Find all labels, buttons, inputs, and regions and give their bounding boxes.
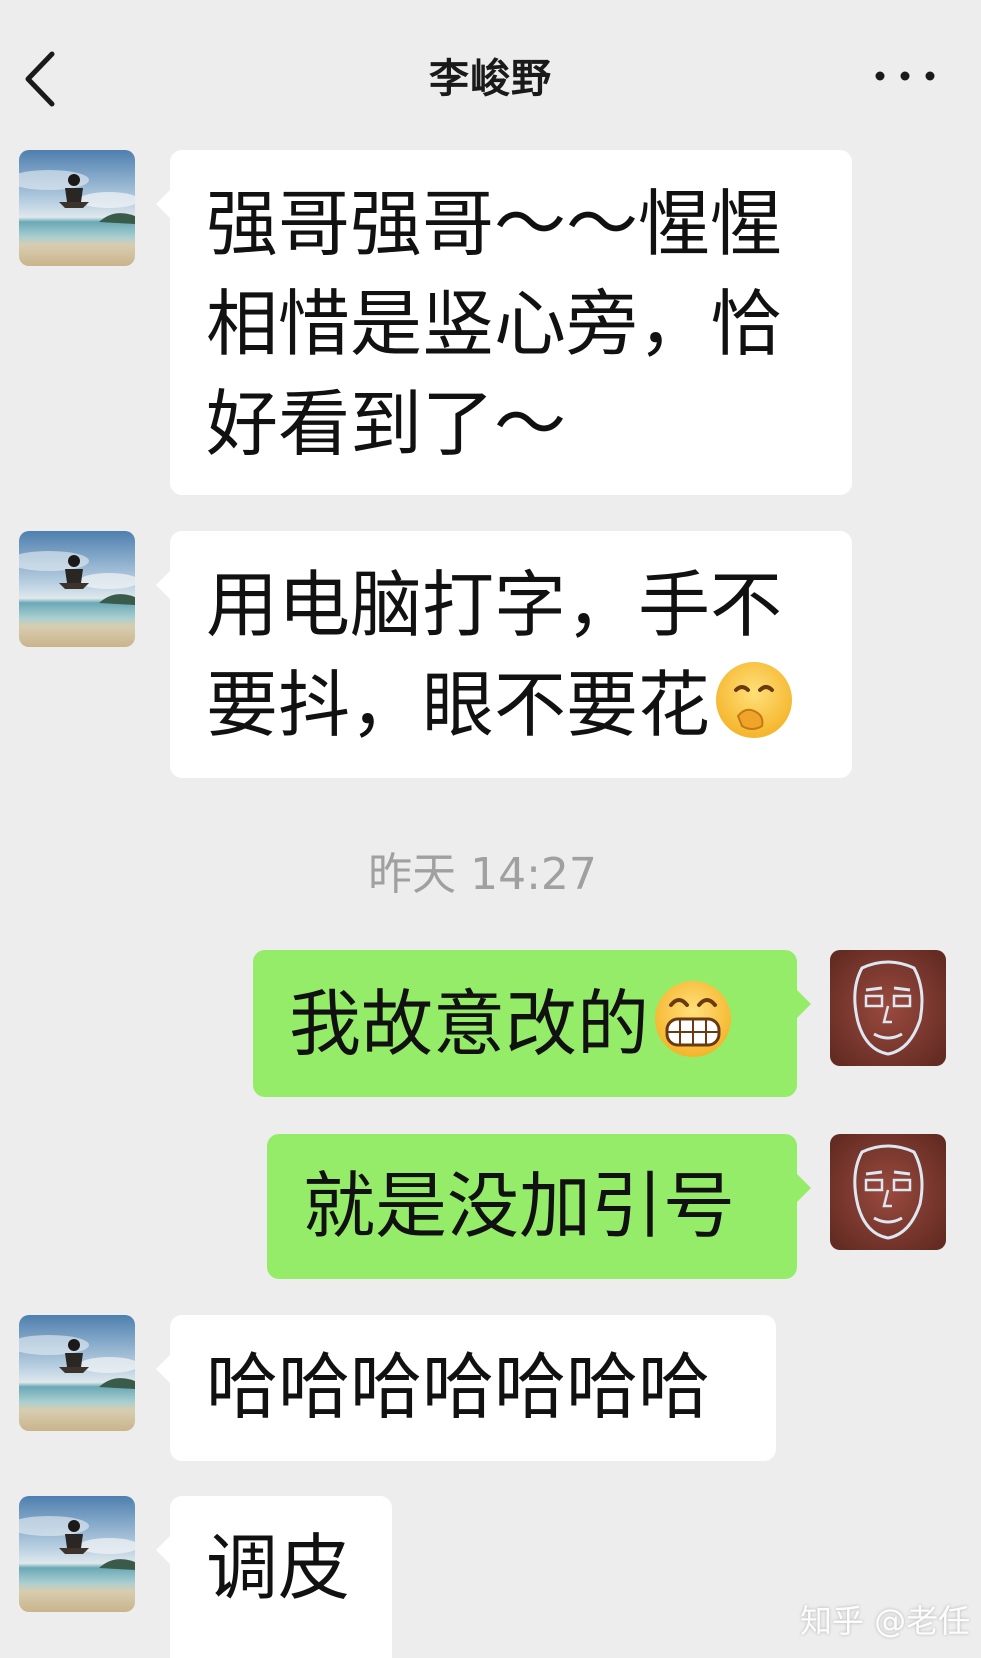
message-text: 我故意改的 [289,982,650,1066]
grin-emoji [651,977,735,1061]
message-text: 要抖，眼不要花 [206,663,711,747]
message-bubble[interactable]: 哈哈哈哈哈哈哈 [156,1315,776,1461]
message-text: 就是没加引号 [303,1164,736,1248]
chalk-face-avatar [830,1134,946,1250]
top-bar: 李峻野 [0,0,981,148]
message-bubble[interactable]: 用电脑打字，手不 要抖，眼不要花 [156,531,852,778]
more-button[interactable] [870,56,940,96]
message-bubble[interactable]: 就是没加引号 [267,1134,811,1279]
message-text: 哈哈哈哈哈哈哈 [206,1345,711,1429]
message-text: 调皮 [206,1526,351,1610]
message-bubble[interactable]: 调皮 [156,1496,392,1658]
beach-photo-avatar [19,1315,135,1431]
message-text: 用电脑打字，手不 [206,563,783,647]
message-bubble[interactable]: 我故意改的 [253,950,811,1097]
message-line: 要抖，眼不要花 [206,655,852,755]
beach-photo-avatar [19,531,135,647]
more-horizontal-icon [875,71,935,81]
message-text: 相惜是竖心旁，恰 [206,282,783,366]
watermark: 知乎 @老任 [800,1602,971,1640]
covering-mouth-laugh-emoji [712,658,796,742]
chat-title: 李峻野 [429,56,552,102]
timestamp: 昨天 14:27 [368,849,597,900]
message-bubble[interactable]: 强哥强哥～～惺惺 相惜是竖心旁，恰 好看到了～ [156,150,852,495]
message-text: 好看到了～ [206,382,567,466]
beach-photo-avatar [19,150,135,266]
contact-avatar[interactable] [19,531,135,647]
message-text: 强哥强哥～～惺惺 [206,182,783,266]
message-line: 我故意改的 [289,974,797,1074]
contact-avatar[interactable] [19,150,135,266]
my-avatar[interactable] [830,950,946,1066]
chalk-face-avatar [830,950,946,1066]
beach-photo-avatar [19,1496,135,1612]
contact-avatar[interactable] [19,1315,135,1431]
my-avatar[interactable] [830,1134,946,1250]
contact-avatar[interactable] [19,1496,135,1612]
